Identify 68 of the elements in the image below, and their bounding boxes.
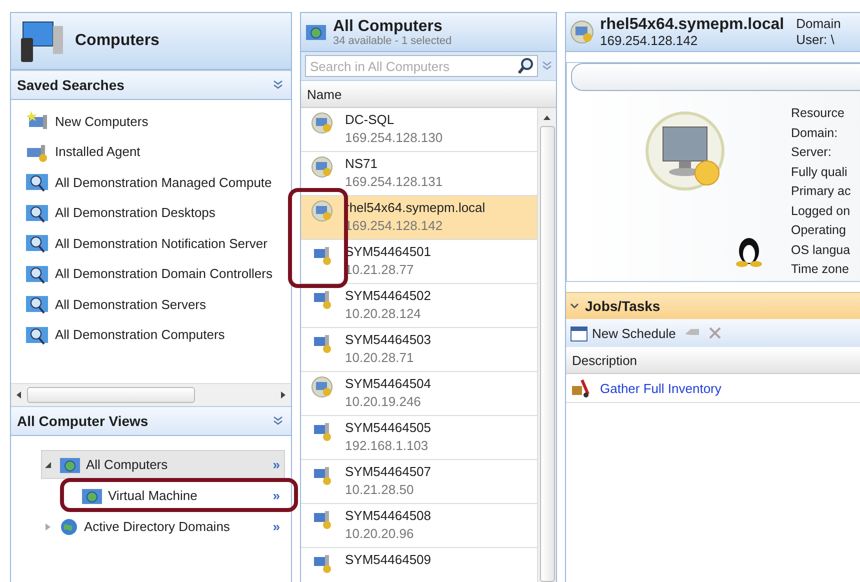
scroll-right-icon[interactable] — [279, 391, 287, 399]
expand-icon[interactable] — [542, 61, 552, 71]
column-header[interactable]: Name — [301, 81, 556, 108]
computer-globe-icon — [311, 156, 333, 178]
search-folder-icon — [25, 293, 49, 316]
saved-search-item[interactable]: Installed Agent — [11, 136, 291, 167]
search-icon — [517, 57, 535, 75]
tree-item[interactable]: Active Directory Domains » — [41, 512, 285, 541]
computer-agent-icon — [311, 288, 333, 310]
search-folder-icon — [25, 171, 49, 194]
computer-globe-icon — [570, 20, 594, 44]
property-label: Logged on — [791, 202, 852, 220]
search-field[interactable]: Search in All Computers — [305, 55, 538, 77]
column-header[interactable]: Description — [566, 347, 860, 374]
section-header[interactable]: Saved Searches — [11, 70, 291, 100]
computer-agent-icon — [311, 508, 333, 530]
property-label: Operating — [791, 222, 847, 239]
property-label: OS langua — [791, 242, 852, 259]
property-label: Primary ac — [791, 183, 852, 200]
property-label: Time zone — [791, 261, 850, 278]
vertical-scrollbar[interactable] — [537, 108, 556, 582]
saved-search-item[interactable]: All Demonstration Domain Controllers — [11, 258, 291, 289]
scroll-left-icon[interactable] — [15, 391, 23, 399]
search-folder-icon — [25, 232, 49, 254]
computer-agent-icon — [311, 420, 333, 442]
computer-agent-icon — [311, 552, 333, 574]
computer-agent-icon — [311, 332, 333, 354]
collapse-icon[interactable] — [273, 80, 283, 90]
property-label: Domain: — [791, 124, 839, 142]
saved-search-item[interactable]: New Computers — [11, 106, 291, 136]
collapse-icon[interactable] — [570, 303, 579, 309]
task-link[interactable]: Gather Full Inventory — [600, 380, 722, 396]
computer-globe-icon — [311, 112, 333, 134]
property-label: Resource — [791, 105, 846, 122]
saved-search-item[interactable]: All Demonstration Desktops — [11, 198, 291, 228]
calendar-icon — [570, 324, 588, 342]
computer-globe-icon — [311, 200, 333, 222]
header-label: User: \ — [796, 32, 836, 48]
section-header[interactable]: All Computer Views — [11, 406, 291, 436]
ip-address: 169.254.128.142 — [600, 33, 698, 48]
section-header[interactable]: Jobs/Tasks — [566, 292, 860, 319]
collapse-icon[interactable] — [273, 416, 283, 426]
selection-count: 34 available - 1 selected — [333, 34, 452, 46]
expand-icon[interactable] — [44, 522, 52, 530]
tree-item[interactable]: All Computers » — [41, 450, 285, 479]
property-label: Fully quali — [791, 164, 848, 181]
header-label: Domain — [796, 16, 841, 32]
computer-name: rhel54x64.symepm.local — [600, 16, 784, 33]
computer-agent-icon — [311, 244, 333, 266]
saved-search-item[interactable]: All Demonstration Notification Server — [11, 228, 291, 258]
computer-globe-icon — [311, 376, 333, 398]
scroll-up-icon[interactable] — [543, 114, 551, 122]
tree-item[interactable]: Virtual Machine » — [63, 481, 285, 510]
horizontal-scrollbar[interactable] — [11, 383, 291, 406]
computer-agent-icon — [311, 464, 333, 486]
computer-row[interactable]: rhel54x64.symepm.local 169.254.128.142 — [301, 196, 537, 240]
hand-truck-icon — [570, 378, 592, 398]
panel-title: All Computers — [333, 18, 444, 34]
new-schedule-button[interactable]: New Schedule — [570, 324, 676, 342]
folder-globe-icon — [305, 22, 327, 42]
saved-search-item[interactable]: All Demonstration Computers — [11, 320, 291, 350]
delete-icon[interactable] — [708, 326, 722, 340]
globe-icon — [59, 516, 79, 536]
saved-search-item[interactable]: All Demonstration Managed Compute — [11, 167, 291, 198]
property-label: Server: — [791, 144, 832, 161]
panel-title: Computers — [75, 32, 160, 50]
saved-search-item[interactable]: All Demonstration Servers — [11, 289, 291, 320]
collapse-icon[interactable] — [44, 460, 52, 468]
